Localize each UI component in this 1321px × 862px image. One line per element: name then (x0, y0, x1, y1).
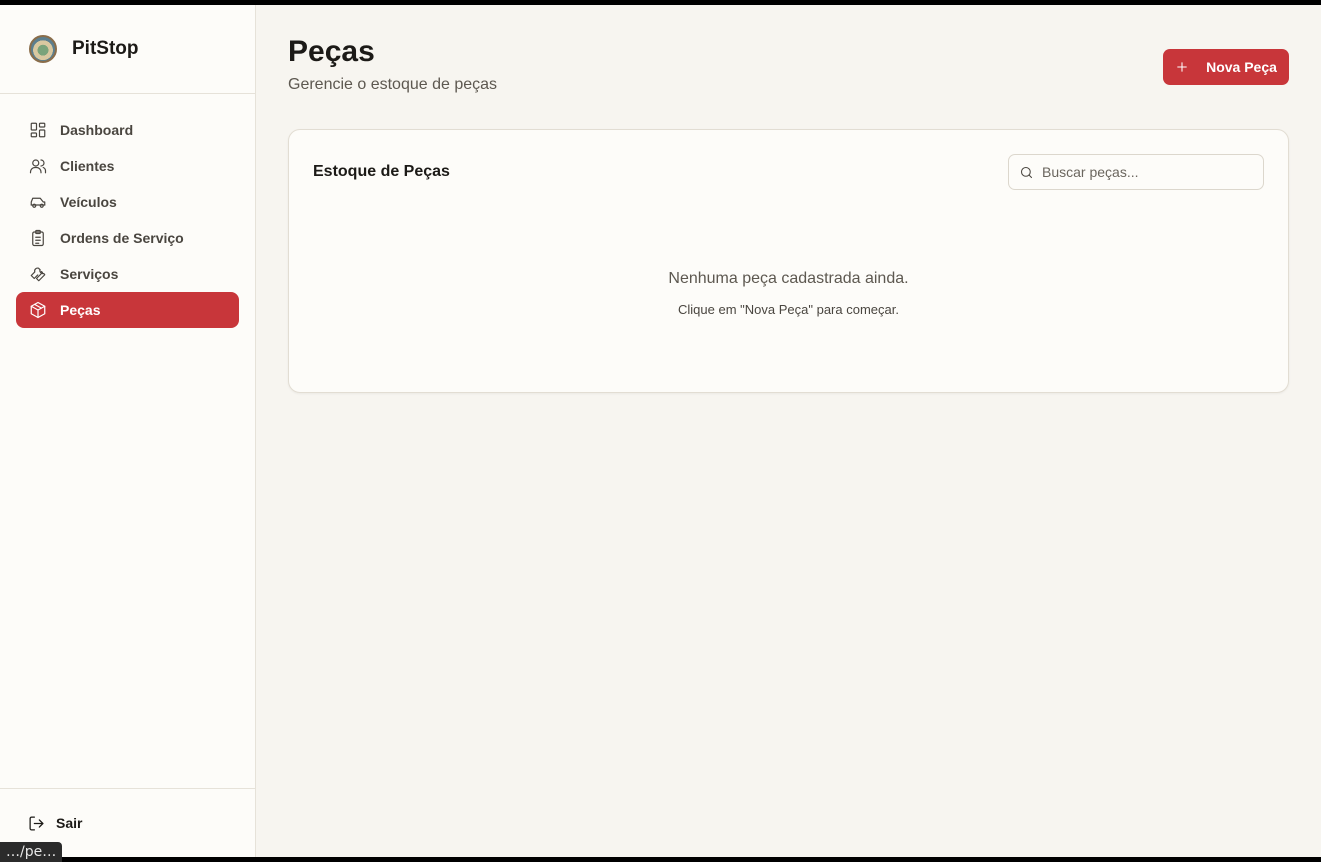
parts-stock-card: Estoque de Peças Nenhuma peça cadastrada… (288, 129, 1289, 393)
main-content: Peças Gerencie o estoque de peças Nova P… (256, 5, 1321, 857)
sidebar-item-clientes[interactable]: Clientes (16, 148, 239, 184)
wrench-icon (28, 264, 48, 284)
sidebar-item-label: Veículos (60, 194, 117, 210)
sidebar-item-label: Peças (60, 302, 101, 318)
sidebar-nav: Dashboard Clientes Veículos Ordens de Se… (0, 94, 255, 328)
sidebar-item-label: Clientes (60, 158, 115, 174)
package-icon (28, 300, 48, 320)
pitstop-logo-icon (29, 35, 57, 63)
new-part-button-label: Nova Peça (1206, 59, 1277, 75)
empty-state-hint: Clique em "Nova Peça" para começar. (678, 302, 899, 317)
sidebar-item-label: Dashboard (60, 122, 134, 138)
card-title: Estoque de Peças (313, 163, 450, 180)
search-box[interactable] (1008, 154, 1264, 190)
clipboard-icon (28, 228, 48, 248)
users-icon (28, 156, 48, 176)
brand-name: PitStop (72, 38, 139, 59)
plus-icon (1177, 62, 1187, 72)
new-part-button[interactable]: Nova Peça (1163, 49, 1289, 85)
car-icon (28, 192, 48, 212)
search-icon (1020, 166, 1033, 178)
sidebar-item-servicos[interactable]: Serviços (16, 256, 239, 292)
app-window: PitStop Dashboard Clientes Veículos Orde… (0, 5, 1321, 862)
sidebar-item-label: Serviços (60, 266, 119, 282)
sidebar-item-veiculos[interactable]: Veículos (16, 184, 239, 220)
dashboard-grid-icon (28, 120, 48, 140)
sidebar: PitStop Dashboard Clientes Veículos Orde… (0, 5, 256, 862)
logout-button[interactable]: Sair (28, 815, 82, 832)
sidebar-item-ordens-de-servico[interactable]: Ordens de Serviço (16, 220, 239, 256)
page-subtitle: Gerencie o estoque de peças (288, 76, 498, 93)
brand[interactable]: PitStop (0, 5, 255, 94)
page-header: Peças Gerencie o estoque de peças Nova P… (288, 5, 1289, 129)
logout-icon (29, 815, 44, 831)
status-url-tooltip: …/pe… (0, 842, 63, 862)
logout-label: Sair (56, 815, 83, 831)
sidebar-item-dashboard[interactable]: Dashboard (16, 112, 239, 148)
page-title: Peças (288, 35, 375, 68)
empty-state-message: Nenhuma peça cadastrada ainda. (668, 270, 909, 287)
search-input[interactable] (1042, 164, 1242, 180)
sidebar-item-pecas[interactable]: Peças (16, 292, 239, 328)
sidebar-item-label: Ordens de Serviço (60, 230, 184, 246)
